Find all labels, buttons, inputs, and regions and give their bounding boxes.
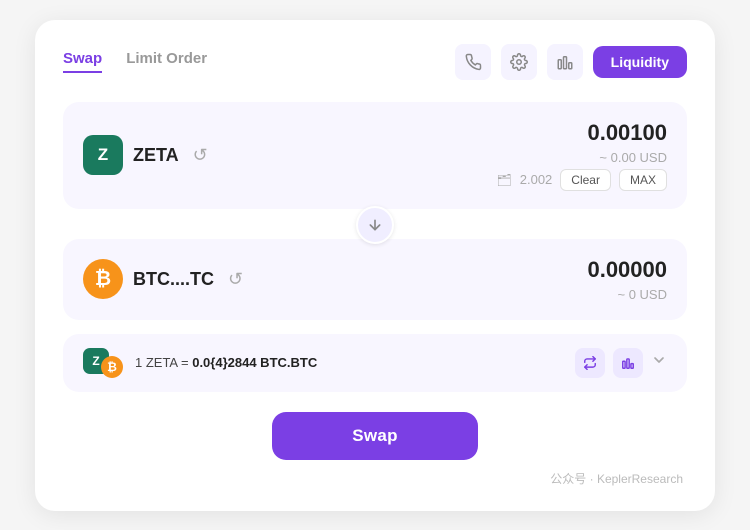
swap-btn-container: Swap (63, 412, 687, 460)
refresh-icon[interactable]: ↺ (193, 145, 208, 166)
rate-suffix: BTC.BTC (257, 355, 318, 370)
swap-button[interactable]: Swap (272, 412, 478, 460)
max-button[interactable]: MAX (619, 169, 667, 191)
from-usd-value: ~ 0.00 USD (497, 150, 667, 165)
liquidity-button[interactable]: Liquidity (593, 46, 687, 78)
rate-actions (575, 348, 667, 378)
tab-swap[interactable]: Swap (63, 50, 102, 73)
rate-bar-chart-icon (621, 356, 635, 370)
header-icons: Liquidity (455, 44, 687, 80)
phone-icon (464, 53, 482, 71)
swap-rate-icon-btn[interactable] (575, 348, 605, 378)
phone-icon-btn[interactable] (455, 44, 491, 80)
rate-equals: = (177, 355, 192, 370)
header: Swap Limit Order (63, 44, 687, 80)
to-amount[interactable]: 0.00000 (587, 257, 667, 283)
clear-button[interactable]: Clear (560, 169, 611, 191)
chart-rate-icon-btn[interactable] (613, 348, 643, 378)
btc-token-icon: ₿ (83, 259, 123, 299)
swap-arrow-container (63, 207, 687, 243)
rate-from: 1 ZETA (135, 355, 177, 370)
gear-icon (510, 53, 528, 71)
to-token-section: ₿ BTC....TC ↺ 0.00000 ~ 0 USD (63, 239, 687, 320)
main-card: Swap Limit Order (35, 20, 715, 511)
to-usd-value: ~ 0 USD (587, 287, 667, 302)
chevron-down-icon (651, 352, 667, 368)
watermark: 公众号 · KeplerResearch (63, 470, 687, 487)
tab-limit-order[interactable]: Limit Order (126, 50, 207, 73)
rate-value: 0.0{4}2844 (192, 355, 256, 370)
down-arrow-icon (367, 217, 383, 233)
rate-row: Z ₿ 1 ZETA = 0.0{4}2844 BTC.BTC (63, 334, 687, 392)
bar-chart-icon (556, 53, 574, 71)
from-token-left: Z ZETA ↺ (83, 135, 208, 175)
settings-icon-btn[interactable] (501, 44, 537, 80)
rate-btc-icon: ₿ (101, 356, 123, 378)
balance-amount: 2.002 (520, 172, 553, 187)
to-token-name: BTC....TC (133, 269, 214, 290)
rate-text: 1 ZETA = 0.0{4}2844 BTC.BTC (135, 355, 563, 370)
swap-arrows-icon (583, 356, 597, 370)
rate-icons: Z ₿ (83, 348, 123, 378)
tabs: Swap Limit Order (63, 50, 207, 73)
from-token-name: ZETA (133, 145, 179, 166)
chart-icon-btn[interactable] (547, 44, 583, 80)
to-token-left: ₿ BTC....TC ↺ (83, 259, 243, 299)
from-amount[interactable]: 0.00100 (497, 120, 667, 146)
from-token-right: 0.00100 ~ 0.00 USD 🗂 2.002 Clear MAX (497, 120, 667, 191)
zeta-token-icon: Z (83, 135, 123, 175)
from-token-section: Z ZETA ↺ 0.00100 ~ 0.00 USD 🗂 2.002 Clea… (63, 102, 687, 209)
chevron-down-btn[interactable] (651, 352, 667, 373)
wallet-icon: 🗂 (497, 173, 512, 187)
to-refresh-icon[interactable]: ↺ (228, 269, 243, 290)
swap-direction-button[interactable] (356, 206, 394, 244)
balance-row: 🗂 2.002 Clear MAX (497, 169, 667, 191)
to-token-right: 0.00000 ~ 0 USD (587, 257, 667, 302)
